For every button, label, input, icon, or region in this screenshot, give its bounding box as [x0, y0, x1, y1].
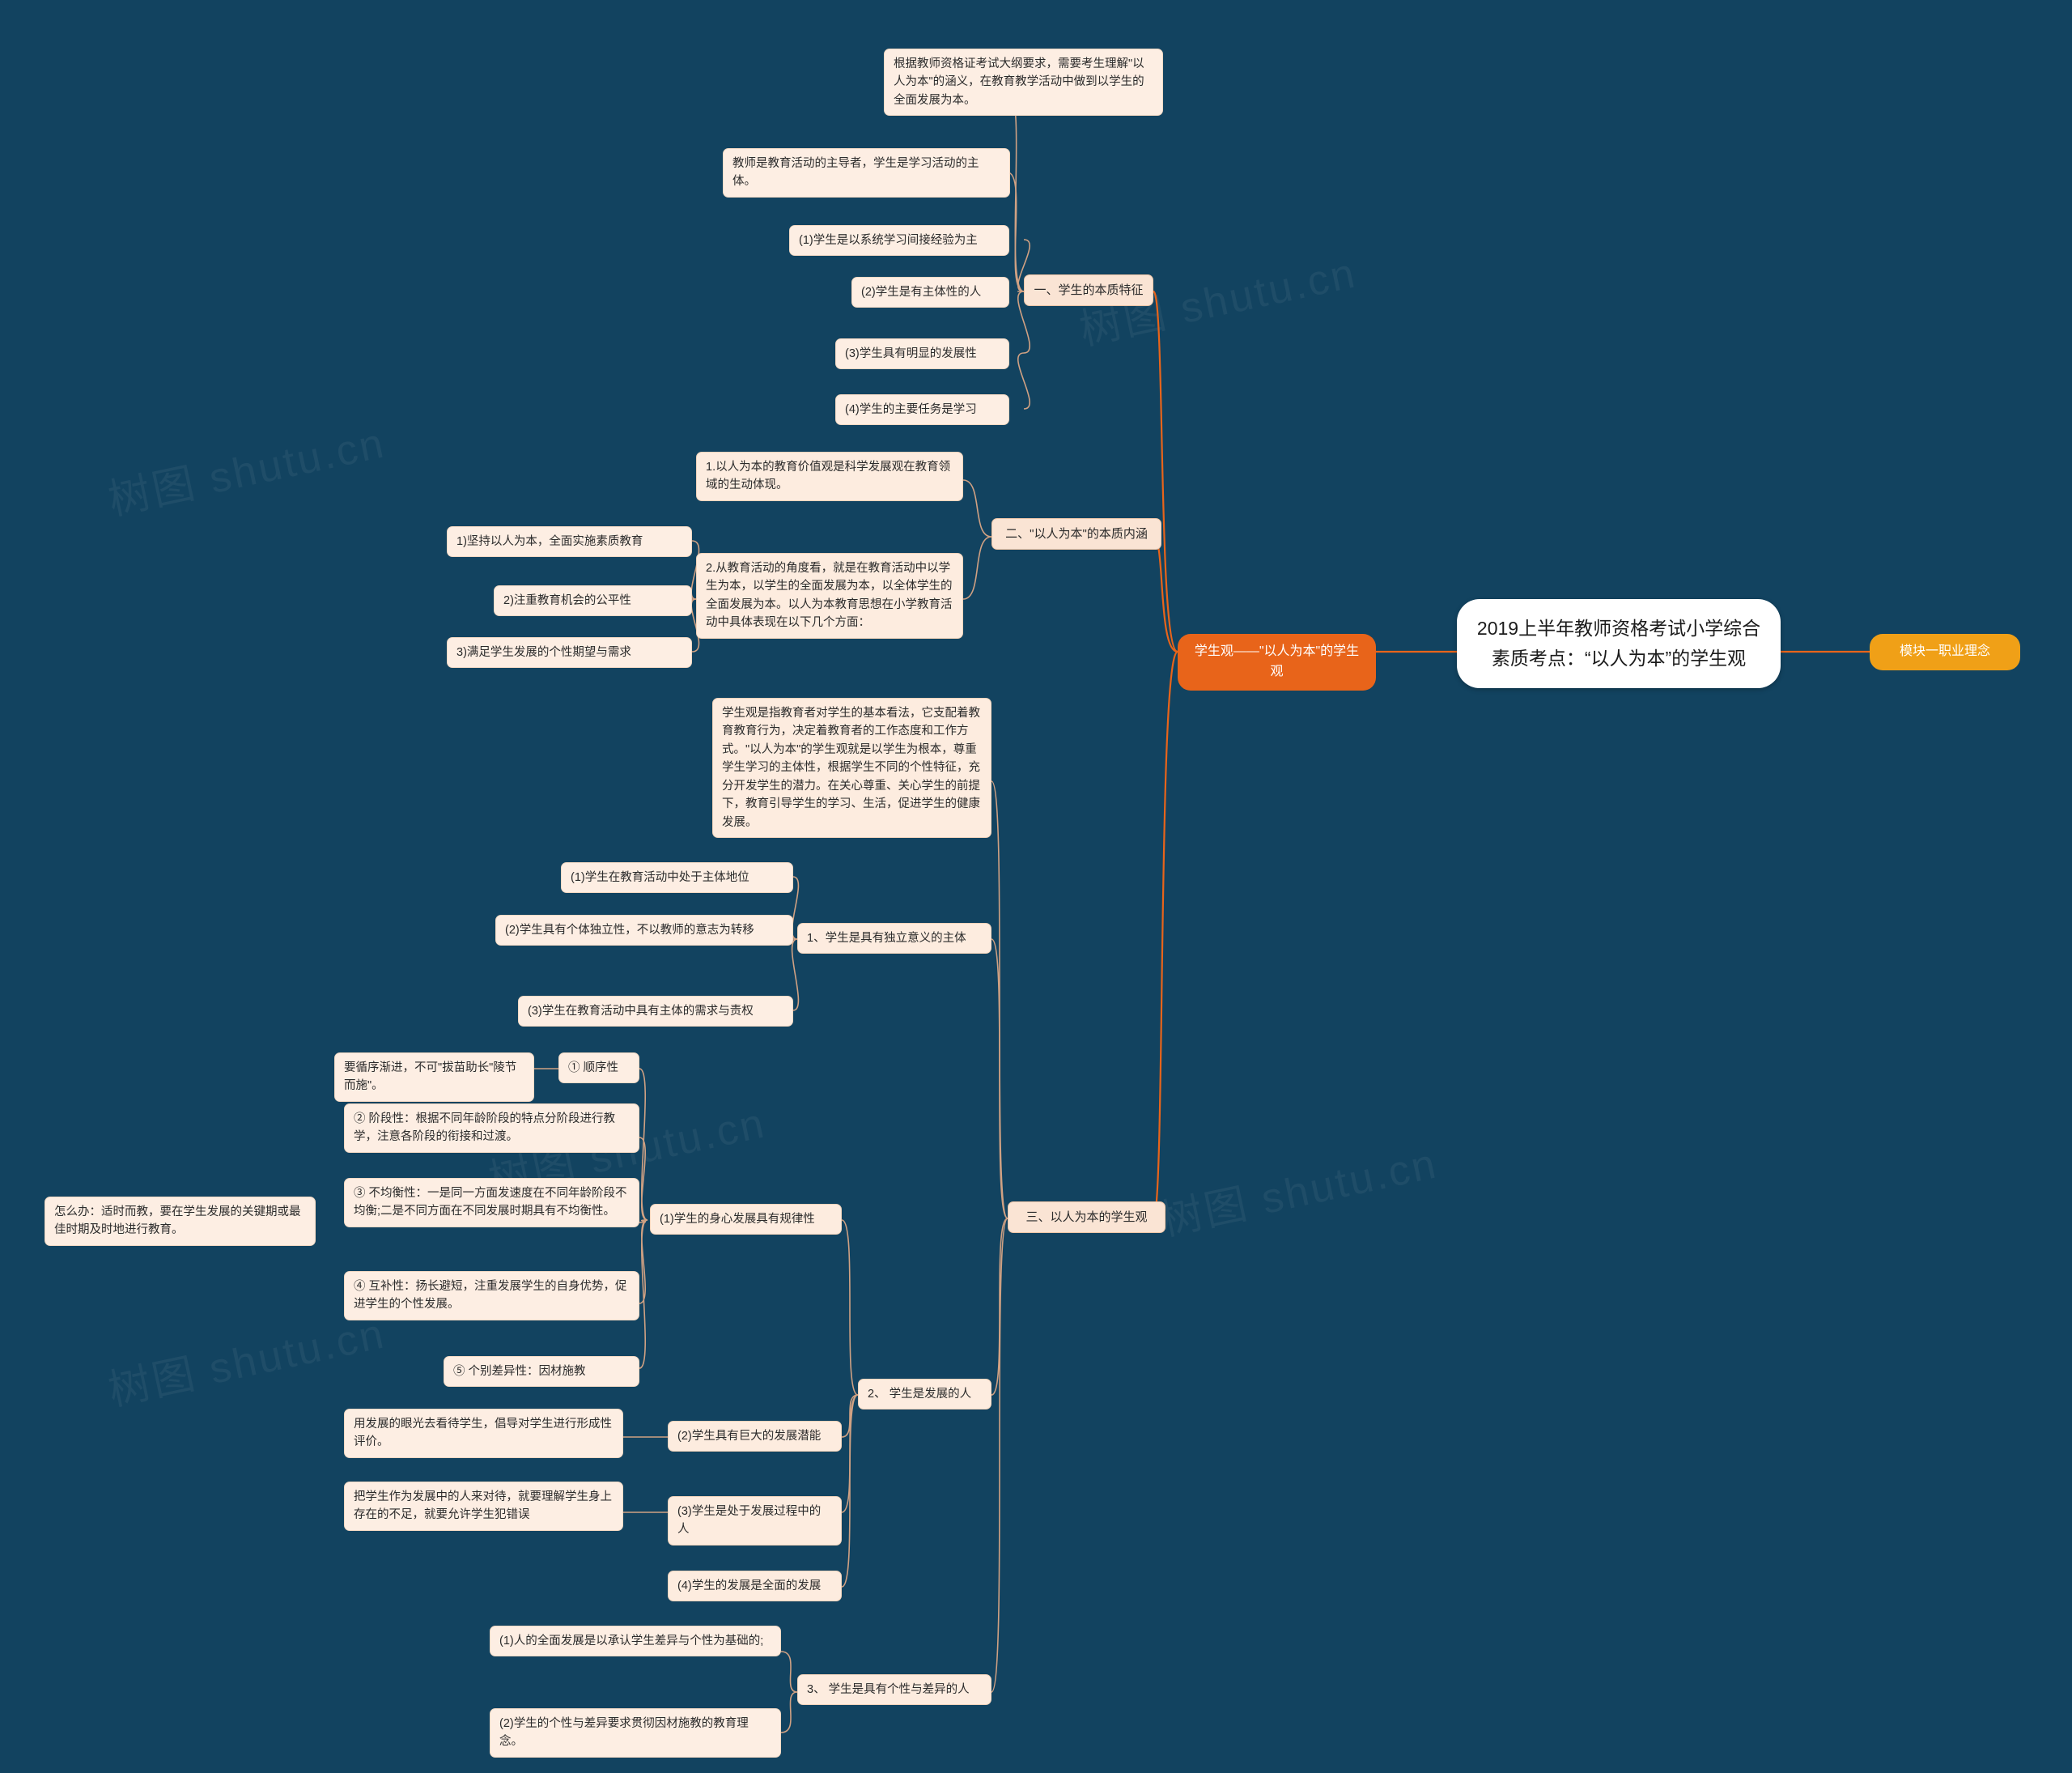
branch-2-label[interactable]: 二、"以人为本"的本质内涵: [991, 518, 1161, 551]
branch-3-child-2-sub-1[interactable]: (2)学生的个性与差异要求贯彻因材施教的教育理念。: [490, 1708, 781, 1758]
watermark: 树图 shutu.cn: [1156, 1140, 1442, 1245]
watermark: 树图 shutu.cn: [104, 419, 390, 525]
branch-1-child-0[interactable]: 根据教师资格证考试大纲要求，需要考生理解"以人为本"的涵义，在教育教学活动中做到…: [884, 49, 1163, 117]
branch-3-child-1-sub-1-label[interactable]: (2)学生具有巨大的发展潜能: [668, 1421, 842, 1452]
branch-2-child-1-sub-1[interactable]: 2)注重教育机会的公平性: [494, 585, 692, 617]
branch-3-child-1-sub-1-note[interactable]: 用发展的眼光去看待学生，倡导对学生进行形成性评价。: [344, 1409, 623, 1458]
branch-3-child-0-sub-0[interactable]: (1)学生在教育活动中处于主体地位: [561, 862, 793, 894]
module-label[interactable]: 模块一职业理念: [1870, 634, 2020, 670]
branch-2-child-1-sub-2[interactable]: 3)满足学生发展的个性期望与需求: [447, 637, 692, 669]
branch-3-intro[interactable]: 学生观是指教育者对学生的基本看法，它支配着教育教育行为，决定着教育者的工作态度和…: [712, 698, 991, 839]
branch-3-child-0-sub-2[interactable]: (3)学生在教育活动中具有主体的需求与责权: [518, 996, 793, 1027]
branch-1-label[interactable]: 一、学生的本质特征: [1024, 274, 1153, 307]
root-topic[interactable]: 学生观——"以人为本"的学生观: [1178, 634, 1376, 691]
regularity-item-0-note[interactable]: 要循序渐进，不可"拔苗助长"陵节而施"。: [334, 1052, 534, 1102]
branch-3-label[interactable]: 三、以人为本的学生观: [1008, 1201, 1166, 1234]
branch-3-child-1-label[interactable]: 2、 学生是发展的人: [858, 1379, 991, 1410]
regularity-item-2-note[interactable]: 怎么办：适时而教，要在学生发展的关键期或最佳时期及时地进行教育。: [45, 1197, 316, 1246]
regularity-item-1[interactable]: ② 阶段性：根据不同年龄阶段的特点分阶段进行教学，注意各阶段的衔接和过渡。: [344, 1103, 639, 1153]
branch-1-child-1[interactable]: 教师是教育活动的主导者，学生是学习活动的主体。: [723, 148, 1010, 198]
branch-3-child-1-sub-2-note[interactable]: 把学生作为发展中的人来对待，就要理解学生身上存在的不足，就要允许学生犯错误: [344, 1482, 623, 1531]
branch-3-child-1-sub-0-label[interactable]: (1)学生的身心发展具有规律性: [650, 1204, 842, 1235]
center-topic[interactable]: 2019上半年教师资格考试小学综合素质考点：“以人为本”的学生观: [1457, 599, 1781, 688]
branch-1-child-3[interactable]: (2)学生是有主体性的人: [851, 277, 1009, 308]
mindmap-canvas: 树图 shutu.cn 树图 shutu.cn 树图 shutu.cn 树图 s…: [0, 0, 2072, 1773]
regularity-item-0[interactable]: ① 顺序性: [558, 1052, 639, 1084]
branch-3-child-0-label[interactable]: 1、学生是具有独立意义的主体: [797, 923, 991, 955]
branch-3-child-1-sub-2-label[interactable]: (3)学生是处于发展过程中的人: [668, 1496, 842, 1546]
branch-3-child-2-label[interactable]: 3、 学生是具有个性与差异的人: [797, 1674, 991, 1706]
branch-3-child-2-sub-0[interactable]: (1)人的全面发展是以承认学生差异与个性为基础的;: [490, 1626, 781, 1657]
branch-1-child-2[interactable]: (1)学生是以系统学习间接经验为主: [789, 225, 1009, 257]
regularity-item-2[interactable]: ③ 不均衡性：一是同一方面发速度在不同年龄阶段不均衡;二是不同方面在不同发展时期…: [344, 1178, 639, 1227]
branch-1-child-5[interactable]: (4)学生的主要任务是学习: [835, 394, 1009, 426]
branch-3-child-0-sub-1[interactable]: (2)学生具有个体独立性，不以教师的意志为转移: [495, 915, 793, 946]
connector-lines: [356, 88, 1870, 1733]
branch-2-child-1-sub-0[interactable]: 1)坚持以人为本，全面实施素质教育: [447, 526, 692, 558]
regularity-item-4[interactable]: ⑤ 个别差异性：因材施教: [444, 1356, 639, 1388]
branch-2-child-0[interactable]: 1.以人为本的教育价值观是科学发展观在教育领域的生动体现。: [696, 452, 963, 501]
branch-1-child-4[interactable]: (3)学生具有明显的发展性: [835, 338, 1009, 370]
regularity-item-3[interactable]: ④ 互补性：扬长避短，注重发展学生的自身优势，促进学生的个性发展。: [344, 1271, 639, 1320]
branch-2-child-1[interactable]: 2.从教育活动的角度看，就是在教育活动中以学生为本，以学生的全面发展为本，以全体…: [696, 553, 963, 639]
branch-3-child-1-sub-3-label[interactable]: (4)学生的发展是全面的发展: [668, 1571, 842, 1602]
